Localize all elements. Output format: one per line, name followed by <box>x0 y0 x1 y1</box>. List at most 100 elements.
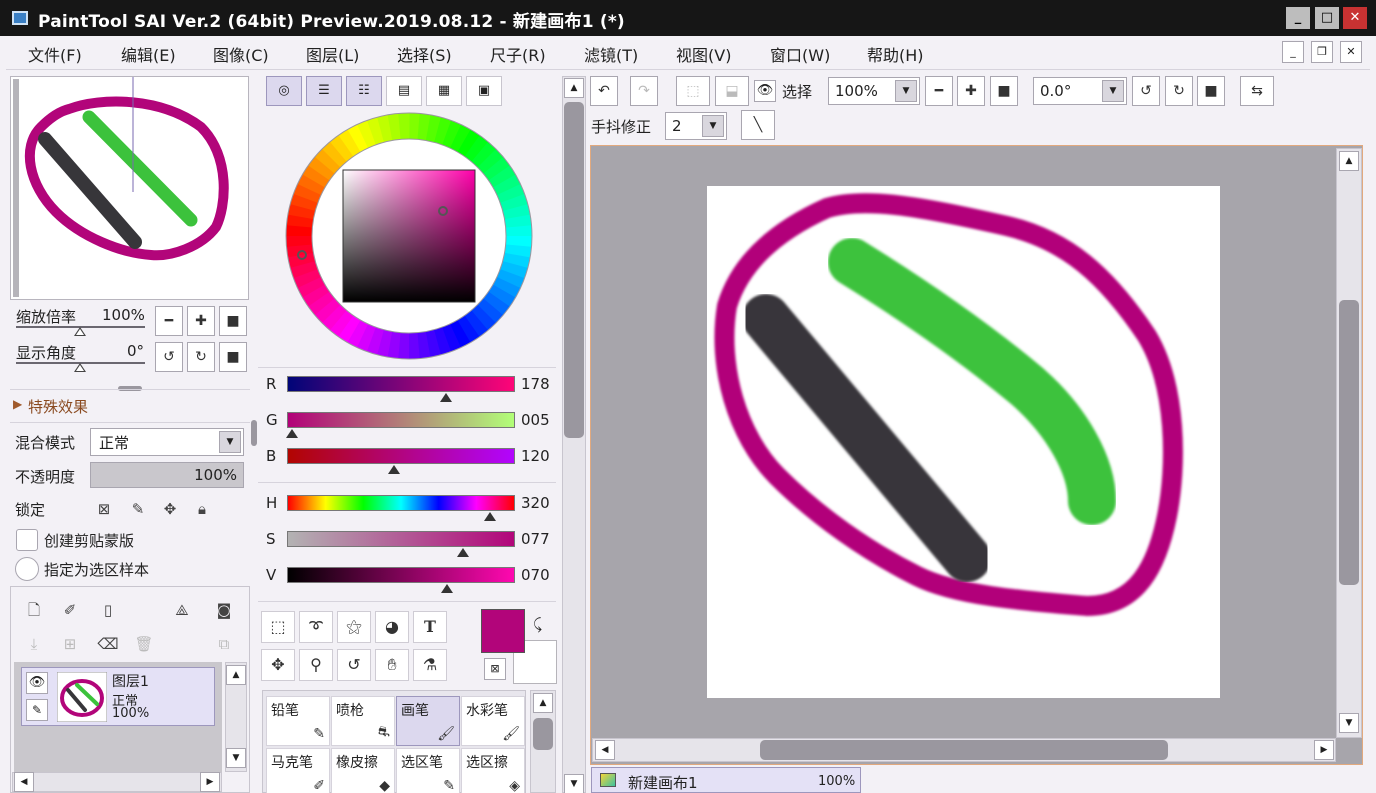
hue-segment[interactable] <box>329 309 354 337</box>
b-slider[interactable] <box>287 448 515 464</box>
layer-list-hscrollbar[interactable] <box>12 772 222 792</box>
hue-segment[interactable] <box>477 149 504 175</box>
hand-icon[interactable]: ✋︎ <box>375 649 409 681</box>
hue-segment[interactable] <box>322 141 348 168</box>
v-value[interactable]: 070 <box>521 566 550 584</box>
lock-all-icon[interactable]: 🔒︎ <box>188 495 216 523</box>
hue-segment[interactable] <box>376 329 393 358</box>
rotation-dropdown[interactable]: 0.0° ▼ <box>1033 77 1127 105</box>
hue-segment[interactable] <box>287 203 316 220</box>
menu-view[interactable]: 视图(V) <box>676 42 731 66</box>
layer-row[interactable]: 👁︎ ✎ 图层1 正常 100% <box>21 667 215 726</box>
close-button[interactable]: ✕ <box>1343 7 1367 29</box>
r-slider[interactable] <box>287 376 515 392</box>
lock-move-icon[interactable]: ✥ <box>156 495 184 523</box>
zoom-tool-icon[interactable]: ⚲ <box>299 649 333 681</box>
hue-segment[interactable] <box>470 304 496 331</box>
lock-transparency-icon[interactable]: ⊠ <box>90 495 118 523</box>
hue-segment[interactable] <box>329 134 354 162</box>
shape-icon[interactable]: ◕ <box>375 611 409 643</box>
menu-layer[interactable]: 图层(L) <box>306 42 359 66</box>
hue-segment[interactable] <box>457 129 480 157</box>
hue-segment[interactable] <box>482 291 510 316</box>
hue-segment[interactable] <box>504 244 532 258</box>
hue-segment[interactable] <box>356 323 376 352</box>
hue-segment[interactable] <box>502 252 531 269</box>
g-slider-thumb[interactable] <box>285 429 298 438</box>
flip-horizontal-button[interactable]: ⇆ <box>1240 76 1274 106</box>
brush-airbrush[interactable]: 喷枪 ⛐ <box>331 696 395 746</box>
hue-segment[interactable] <box>441 323 461 352</box>
apply-mask-icon[interactable]: ⧉ <box>210 630 238 658</box>
hue-segment[interactable] <box>357 120 377 149</box>
color-wheel[interactable] <box>285 112 535 362</box>
g-slider[interactable] <box>287 412 515 428</box>
rotate-left-button[interactable]: ↺ <box>155 342 183 372</box>
layer-mask-icon[interactable]: ◙ <box>210 596 238 624</box>
zoom-slider-thumb[interactable] <box>74 327 86 336</box>
menu-select[interactable]: 选择(S) <box>397 42 452 66</box>
hue-segment[interactable] <box>293 183 322 203</box>
hue-segment[interactable] <box>308 156 336 181</box>
hue-segment[interactable] <box>417 113 431 141</box>
angle-slider-thumb[interactable] <box>74 363 86 372</box>
selection-source-radio[interactable] <box>15 557 39 581</box>
hue-segment[interactable] <box>290 260 318 279</box>
canvas-rotate-left-button[interactable]: ↺ <box>1132 76 1160 106</box>
menu-help[interactable]: 帮助(H) <box>867 42 924 66</box>
hue-segment[interactable] <box>499 260 528 279</box>
effects-label[interactable]: 特殊效果 <box>28 396 88 417</box>
canvas-scroll-down-icon[interactable]: ▼ <box>1339 713 1359 733</box>
hue-segment[interactable] <box>449 124 471 153</box>
brush-watercolor[interactable]: 水彩笔 🖌︎ <box>461 696 525 746</box>
panel-scroll-thumb[interactable] <box>564 102 584 438</box>
panel-scroll-down-icon[interactable]: ▼ <box>564 774 584 793</box>
h-slider[interactable] <box>287 495 515 511</box>
rect-select-icon[interactable]: ⬚ <box>261 611 295 643</box>
scroll-up-icon[interactable]: ▲ <box>226 665 246 685</box>
hue-segment[interactable] <box>302 165 330 188</box>
hue-segment[interactable] <box>321 304 347 331</box>
scratchpad-mode-icon[interactable]: ▣ <box>466 76 502 106</box>
new-linework-layer-icon[interactable]: ✐ <box>56 596 84 624</box>
canvas-scroll-up-icon[interactable]: ▲ <box>1339 151 1359 171</box>
merge-down-icon[interactable]: ⊞ <box>56 630 84 658</box>
hue-segment[interactable] <box>502 204 531 220</box>
s-value[interactable]: 077 <box>521 530 550 548</box>
opacity-bar[interactable]: 100% <box>90 462 244 488</box>
panel-scroll-up-icon[interactable]: ▲ <box>564 78 584 98</box>
zoom-dropdown[interactable]: 100% ▼ <box>828 77 920 105</box>
hue-segment[interactable] <box>286 243 314 258</box>
color-wheel-mode-icon[interactable]: ◎ <box>266 76 302 106</box>
zoom-out-button[interactable]: ━ <box>155 306 183 336</box>
canvas-rotate-reset-button[interactable]: ■ <box>1197 76 1225 106</box>
hue-segment[interactable] <box>290 193 319 212</box>
hue-segment[interactable] <box>366 326 385 355</box>
hue-segment[interactable] <box>314 148 341 174</box>
scroll-left-icon[interactable]: ◀ <box>14 772 34 792</box>
v-slider-thumb[interactable] <box>440 584 453 593</box>
eyedropper-icon[interactable]: ⚗ <box>413 649 447 681</box>
brush-eraser[interactable]: 橡皮擦 ◆ <box>331 748 395 793</box>
hue-segment[interactable] <box>338 315 361 343</box>
canvas-zoom-reset-button[interactable]: ■ <box>990 76 1018 106</box>
transfer-down-icon[interactable]: ⤓ <box>20 630 48 658</box>
menu-filter[interactable]: 滤镜(T) <box>584 42 638 66</box>
hue-segment[interactable] <box>492 174 521 196</box>
canvas-hscroll-thumb[interactable] <box>760 740 1168 760</box>
menu-window[interactable]: 窗口(W) <box>770 42 830 66</box>
hue-segment[interactable] <box>377 114 393 143</box>
canvas-tab[interactable]: 新建画布1 100% <box>591 767 861 793</box>
hue-segment[interactable] <box>471 141 497 168</box>
hue-segment[interactable] <box>425 114 442 143</box>
doc-restore-button[interactable]: ❐ <box>1311 41 1333 63</box>
invert-selection-button[interactable]: ⬓ <box>715 76 749 106</box>
hue-segment[interactable] <box>387 113 402 141</box>
hue-segment[interactable] <box>464 135 489 163</box>
clip-mask-checkbox[interactable] <box>16 529 38 551</box>
hue-segment[interactable] <box>302 284 330 307</box>
canvas-zoom-out-button[interactable]: ━ <box>925 76 953 106</box>
hue-segment[interactable] <box>464 310 489 338</box>
zoom-reset-button[interactable]: ■ <box>219 306 247 336</box>
rotate-right-button[interactable]: ↻ <box>187 342 215 372</box>
